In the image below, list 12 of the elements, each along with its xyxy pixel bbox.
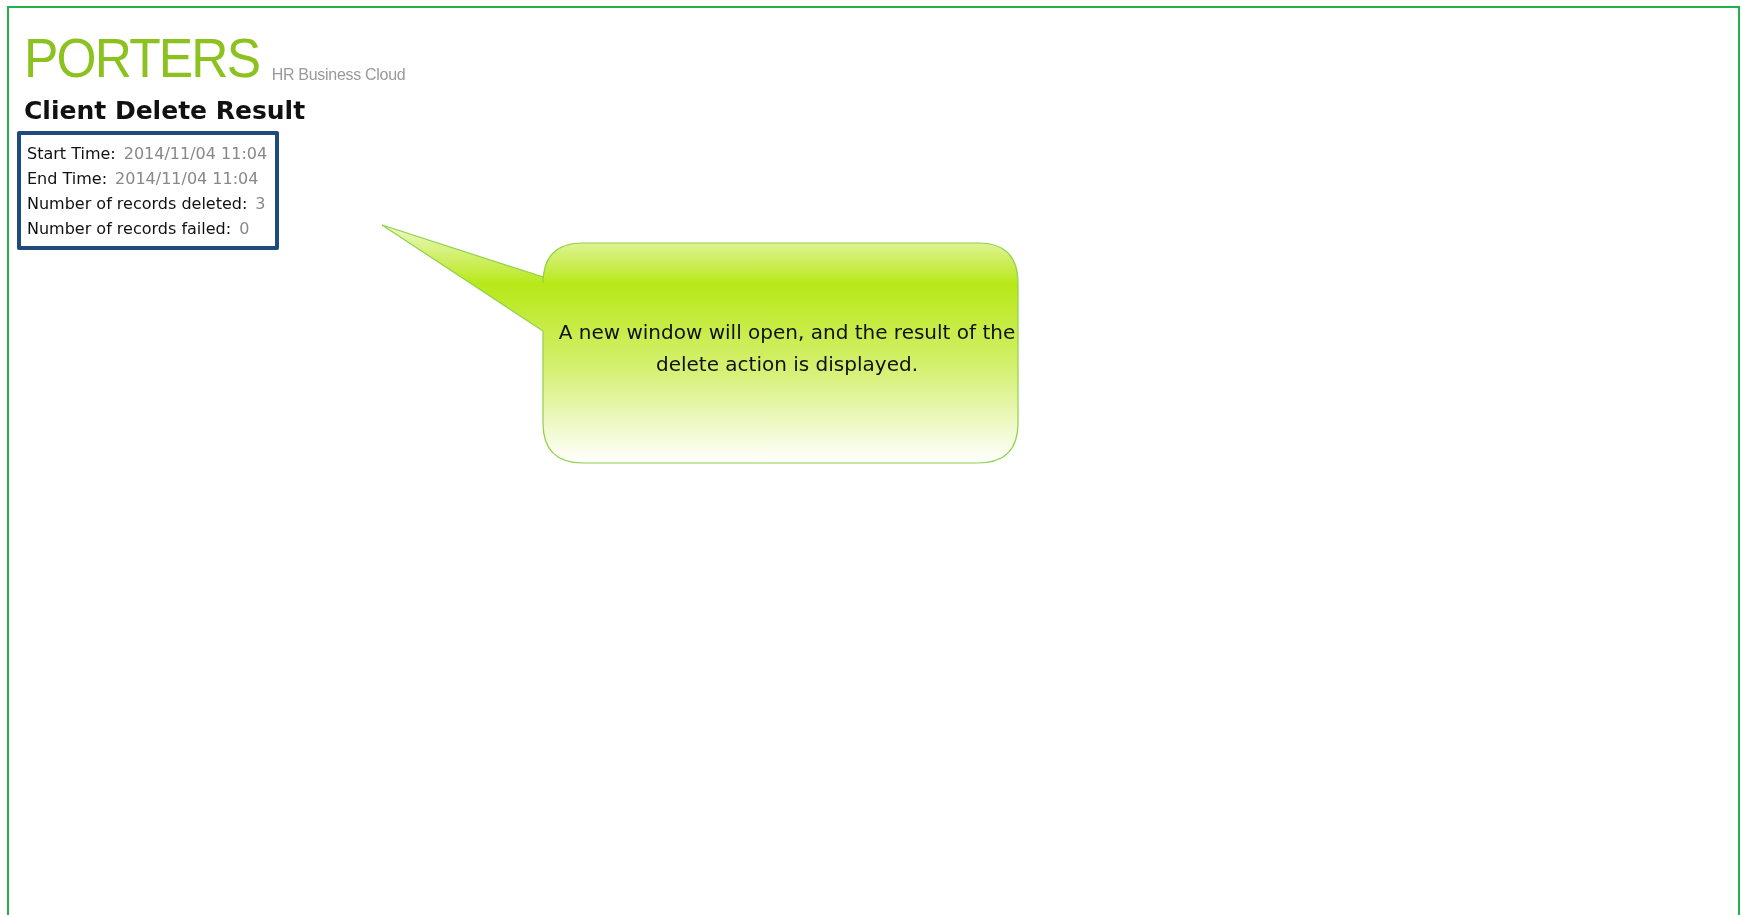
result-label: Start Time: <box>27 143 116 165</box>
callout-text: A new window will open, and the result of the delete action is displayed. <box>557 319 1017 378</box>
result-value: 3 <box>255 193 266 215</box>
result-value: 0 <box>239 218 250 240</box>
result-value: 2014/11/04 11:04 <box>123 143 268 165</box>
logo-wordmark: PORTERS <box>24 30 260 86</box>
page-title: Client Delete Result <box>24 96 307 125</box>
result-label: Number of records failed: <box>27 218 232 240</box>
result-label: End Time: <box>27 168 108 190</box>
result-value: 2014/11/04 11:04 <box>115 168 259 190</box>
logo-tagline: HR Business Cloud <box>271 66 406 84</box>
result-label: Number of records deleted: <box>27 193 248 215</box>
